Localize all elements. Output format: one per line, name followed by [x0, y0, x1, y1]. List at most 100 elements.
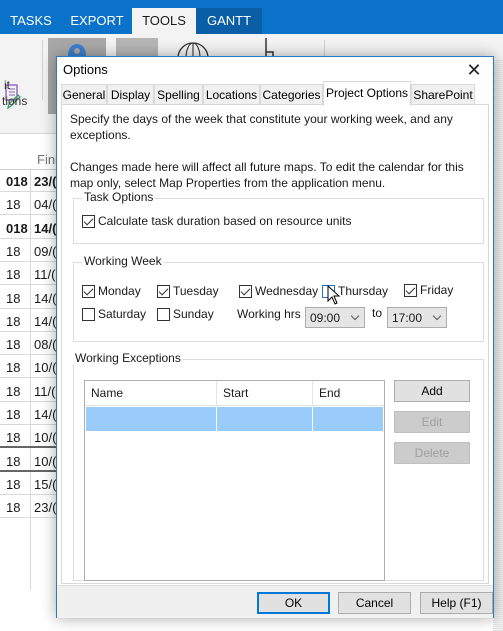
ribbon-label-partial-1: it	[4, 78, 10, 92]
monday-checkbox[interactable]: Monday	[82, 284, 141, 298]
calc-duration-label: Calculate task duration based on resourc…	[98, 214, 352, 228]
mouse-pointer-icon	[327, 285, 341, 305]
ribbon-tab-gantt[interactable]: GANTT	[196, 8, 262, 34]
grid-cell-start: 018	[6, 174, 28, 189]
grid-cell-start: 18	[6, 383, 21, 399]
ribbon-separator	[42, 40, 43, 100]
monday-label: Monday	[98, 284, 141, 298]
grid-cell-finish: 11/(	[34, 383, 56, 399]
background-scrollbar	[493, 60, 503, 631]
tab-display[interactable]: Display	[107, 84, 154, 105]
checkbox-box	[82, 307, 95, 321]
grid-cell-finish: 14/(	[34, 220, 57, 236]
calc-duration-checkbox[interactable]: Calculate task duration based on resourc…	[82, 214, 351, 228]
ribbon-button-gray[interactable]	[116, 38, 158, 56]
grid-cell-finish: 15/(	[34, 476, 57, 492]
grid-cell-finish: 10/(	[34, 360, 57, 376]
working-hrs-to-select[interactable]: 17:00	[387, 307, 447, 328]
grid-cell-start: 018	[6, 220, 28, 236]
saturday-checkbox[interactable]: Saturday	[82, 307, 146, 321]
dialog-title: Options	[63, 62, 108, 77]
grid-cell-start: 18	[6, 337, 21, 353]
exception-cell-name	[86, 407, 217, 431]
tuesday-checkbox[interactable]: Tuesday	[157, 284, 219, 298]
wednesday-label: Wednesday	[255, 284, 319, 298]
to-value: 17:00	[392, 311, 423, 325]
grid-cell-finish: 14/(	[34, 313, 57, 329]
grid-cell-start: 18	[6, 430, 21, 446]
working-hrs-label: Working hrs	[237, 307, 301, 321]
grid-cell-start: 18	[6, 476, 21, 492]
options-tabs: General Display Spelling Locations Categ…	[61, 81, 489, 106]
friday-checkbox[interactable]: Friday	[404, 283, 453, 297]
help-button[interactable]: Help (F1)	[420, 592, 493, 614]
tab-locations[interactable]: Locations	[203, 84, 260, 105]
sunday-label: Sunday	[173, 307, 214, 321]
column-header-end[interactable]: End	[313, 381, 383, 406]
grid-cell-start: 18	[6, 360, 21, 376]
intro-text: Specify the days of the week that consti…	[70, 111, 480, 191]
from-value: 09:00	[310, 311, 341, 325]
checkbox-box	[82, 214, 95, 228]
grid-cell-finish: 04/(	[34, 197, 57, 213]
cancel-button[interactable]: Cancel	[338, 592, 411, 614]
grid-cell-start: 18	[6, 453, 21, 469]
chevron-down-icon	[432, 311, 442, 321]
ribbon-tab-tools[interactable]: TOOLS	[132, 8, 196, 34]
tab-categories[interactable]: Categories	[260, 84, 323, 105]
task-options-legend: Task Options	[82, 190, 156, 204]
working-hrs-from-select[interactable]: 09:00	[305, 307, 365, 328]
friday-label: Friday	[420, 283, 454, 297]
intro-paragraph-1: Specify the days of the week that consti…	[70, 112, 453, 142]
grid-cell-finish: 10/(	[34, 453, 57, 469]
ok-button[interactable]: OK	[257, 592, 330, 614]
task-options-group: Task Options Calculate task duration bas…	[73, 190, 484, 244]
tab-project-options[interactable]: Project Options	[323, 81, 411, 106]
ribbon-tab-tasks[interactable]: TASKS	[0, 8, 62, 34]
grid-cell-finish: 10/(	[34, 430, 57, 446]
grid-cell-finish: 11/(	[34, 267, 56, 283]
close-button[interactable]: ✕	[463, 59, 485, 81]
edit-exception-button[interactable]: Edit	[394, 411, 470, 433]
column-header-name[interactable]: Name	[85, 381, 217, 406]
grid-cell-finish: 14/(	[34, 407, 57, 422]
checkbox-box	[239, 284, 252, 298]
wednesday-checkbox[interactable]: Wednesday	[239, 284, 318, 298]
column-header-start[interactable]: Start	[217, 381, 313, 406]
to-label: to	[372, 306, 383, 320]
tuesday-label: Tuesday	[173, 284, 219, 298]
grid-cell-finish: 08/(	[34, 337, 57, 353]
checkbox-box	[157, 284, 170, 298]
saturday-label: Saturday	[98, 307, 147, 321]
grid-cell-finish: 09/(	[34, 243, 57, 259]
grid-cell-start: 18	[6, 313, 21, 329]
ribbon-label-partial-2: tions	[2, 94, 28, 108]
exception-cell-start	[217, 407, 313, 431]
grid-cell-start: 18	[6, 197, 21, 213]
tab-spelling[interactable]: Spelling	[154, 84, 203, 105]
grid-cell-start: 18	[6, 407, 21, 422]
tab-sharepoint[interactable]: SharePoint	[411, 84, 475, 105]
add-exception-button[interactable]: Add	[394, 380, 470, 402]
grid-cell-finish: 14/(	[34, 290, 57, 306]
finish-column-header: Fini	[37, 152, 58, 167]
grid-cell-finish: 23/(	[34, 174, 57, 189]
chart-icon	[265, 38, 274, 58]
intro-paragraph-2: Changes made here will affect all future…	[70, 160, 464, 190]
exception-row-selected[interactable]	[86, 407, 383, 431]
tab-general[interactable]: General	[61, 84, 107, 105]
sunday-checkbox[interactable]: Sunday	[157, 307, 214, 321]
working-week-group: Working Week Monday Tuesday Wednesday Th…	[73, 254, 484, 342]
ribbon-tab-bar: TASKS EXPORT TOOLS GANTT	[0, 0, 503, 34]
gear-icon	[68, 44, 86, 56]
checkbox-box	[157, 307, 170, 321]
grid-cell-start: 18	[6, 500, 21, 516]
thursday-label: Thursday	[338, 284, 389, 298]
grid-cell-start: 18	[6, 243, 21, 259]
exceptions-list[interactable]: Name Start End	[84, 380, 385, 581]
working-exceptions-legend: Working Exceptions	[73, 351, 183, 365]
checkbox-box	[404, 283, 417, 297]
project-options-panel: Specify the days of the week that consti…	[61, 104, 489, 584]
delete-exception-button[interactable]: Delete	[394, 442, 470, 464]
ribbon-tab-export[interactable]: EXPORT	[62, 8, 132, 34]
